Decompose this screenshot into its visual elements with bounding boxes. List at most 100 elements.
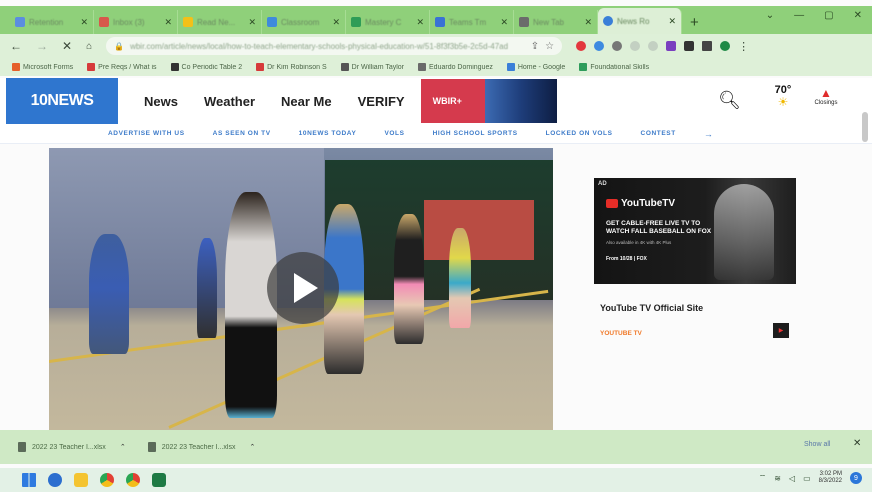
ad-advertiser-icon[interactable]: ▶: [773, 323, 789, 338]
close-icon[interactable]: ✕: [332, 17, 340, 28]
tab-search-icon[interactable]: ⌄: [766, 10, 774, 21]
volume-icon[interactable]: ◁: [789, 474, 795, 483]
close-icon[interactable]: ✕: [248, 17, 256, 28]
chevron-up-icon[interactable]: ⌃: [120, 443, 126, 451]
forward-icon[interactable]: →: [36, 39, 48, 53]
new-tab-button[interactable]: +: [690, 14, 699, 31]
nav-verify[interactable]: VERIFY: [358, 94, 405, 109]
maximize-button[interactable]: ▢: [824, 10, 833, 21]
share-icon[interactable]: ⇪: [531, 41, 539, 52]
extension-icon[interactable]: [630, 41, 641, 51]
chevron-up-icon[interactable]: ⌃: [250, 443, 256, 451]
tab-favicon: [519, 17, 529, 27]
subnav-item[interactable]: HIGH SCHOOL SPORTS: [433, 130, 518, 137]
bookmark-item[interactable]: Dr William Taylor: [340, 63, 404, 71]
close-icon[interactable]: ✕: [584, 17, 592, 28]
show-all-button[interactable]: Show all: [804, 441, 830, 448]
close-icon[interactable]: ✕: [80, 17, 88, 28]
tab-title: Mastery C: [365, 17, 402, 27]
promo-label: WBIR+: [432, 96, 462, 106]
video-player[interactable]: [49, 148, 553, 430]
ad-title-link[interactable]: YouTube TV Official Site: [600, 303, 703, 313]
battery-icon[interactable]: ▭: [803, 474, 811, 483]
bookmark-item[interactable]: Home - Google: [506, 63, 565, 71]
bookmark-item[interactable]: Pre Reqs / What is: [87, 63, 157, 71]
subnav-item[interactable]: VOLS: [384, 130, 404, 137]
nav-weather[interactable]: Weather: [204, 94, 255, 109]
close-icon[interactable]: ✕: [668, 16, 676, 27]
close-icon[interactable]: ✕: [416, 17, 424, 28]
subnav-item[interactable]: 10NEWS TODAY: [299, 130, 357, 137]
extension-icon[interactable]: [576, 41, 587, 51]
sidebar-icon[interactable]: [702, 41, 713, 51]
close-icon[interactable]: ✕: [500, 17, 508, 28]
wifi-icon[interactable]: ≋: [774, 474, 781, 483]
close-window-button[interactable]: ✕: [854, 10, 862, 21]
bookmark-item[interactable]: Microsoft Forms: [12, 63, 73, 71]
browser-tab[interactable]: Inbox (3) ✕: [94, 10, 178, 34]
advertisement-banner[interactable]: AD YouTubeTV GET CABLE-FREE LIVE TV TO W…: [594, 178, 796, 284]
ad-source[interactable]: YOUTUBE TV: [600, 330, 642, 337]
notification-icon[interactable]: 9: [850, 472, 862, 484]
network-icon[interactable]: ⌔: [759, 473, 767, 483]
back-icon[interactable]: ←: [10, 39, 22, 53]
wbir-plus-promo[interactable]: WBIR+: [420, 79, 557, 123]
chrome-icon[interactable]: [100, 473, 114, 487]
search-icon[interactable]: [48, 473, 62, 487]
ad-subline: Also available in 4K with 4K Plus: [606, 240, 672, 245]
browser-tab[interactable]: Mastery C ✕: [346, 10, 430, 34]
scrollbar-thumb[interactable]: [862, 112, 868, 142]
bookmark-label: Eduardo Dominguez: [429, 63, 493, 71]
subnav-item[interactable]: AS SEEN ON TV: [213, 130, 271, 137]
weather-widget[interactable]: 70° ☀: [771, 84, 795, 108]
lock-icon[interactable]: 🔒: [114, 42, 124, 51]
download-item[interactable]: 2022 23 Teacher I...xlsx ⌃: [18, 442, 126, 452]
subnav-item[interactable]: ADVERTISE WITH US: [108, 130, 185, 137]
nav-news[interactable]: News: [144, 94, 178, 109]
closings-button[interactable]: ▲ Closings: [806, 86, 846, 106]
chrome-profile-icon[interactable]: [126, 473, 140, 487]
tab-favicon: [351, 17, 361, 27]
extension-icon[interactable]: [594, 41, 605, 51]
closings-label: Closings: [814, 100, 838, 106]
subnav-scroll-arrow-icon[interactable]: →: [704, 129, 714, 139]
nav-near-me[interactable]: Near Me: [281, 94, 332, 109]
puzzle-icon[interactable]: [684, 41, 695, 51]
stop-icon[interactable]: ✕: [62, 39, 72, 53]
extension-icon[interactable]: [666, 41, 677, 51]
extension-icon[interactable]: [648, 41, 659, 51]
bookmark-icon: [418, 63, 427, 71]
site-logo[interactable]: 10NEWS: [6, 78, 118, 124]
child-figure: [197, 238, 217, 338]
browser-tab[interactable]: Classroom ✕: [262, 10, 346, 34]
extension-icon[interactable]: [612, 41, 623, 51]
ad-brand-text: YouTubeTV: [621, 198, 676, 209]
bookmark-item[interactable]: Eduardo Dominguez: [418, 63, 493, 71]
close-icon[interactable]: ✕: [164, 17, 172, 28]
close-downloads-button[interactable]: ✕: [853, 438, 861, 449]
bookmark-item[interactable]: Co Periodic Table 2: [170, 63, 242, 71]
search-icon[interactable]: 🔍︎: [718, 90, 741, 111]
bookmark-star-icon[interactable]: ☆: [545, 41, 554, 52]
file-explorer-icon[interactable]: [74, 473, 88, 487]
windows-start-icon[interactable]: [22, 473, 36, 487]
subnav-item[interactable]: LOCKED ON VOLS: [546, 130, 613, 137]
subnav-item[interactable]: CONTEST: [641, 130, 676, 137]
clock[interactable]: 3:02 PM 8/3/2022: [819, 471, 842, 485]
url-text: wbir.com/article/news/local/how-to-teach…: [130, 41, 509, 51]
minimize-button[interactable]: —: [794, 10, 804, 21]
bookmark-item[interactable]: Foundational Skills: [579, 63, 649, 71]
menu-icon[interactable]: ⋮: [738, 40, 749, 53]
play-button[interactable]: [267, 252, 339, 324]
browser-tab[interactable]: Teams Tm ✕: [430, 10, 514, 34]
bookmark-item[interactable]: Dr Kim Robinson S: [256, 63, 327, 71]
home-icon[interactable]: ⌂: [86, 41, 92, 52]
browser-tab[interactable]: Read Ne... ✕: [178, 10, 262, 34]
browser-tab-active[interactable]: News Ro ✕: [598, 8, 682, 34]
excel-icon[interactable]: [152, 473, 166, 487]
profile-avatar[interactable]: [720, 41, 731, 51]
browser-tab[interactable]: New Tab ✕: [514, 10, 598, 34]
download-item[interactable]: 2022 23 Teacher I...xlsx ⌃: [147, 442, 256, 452]
address-bar[interactable]: 🔒 wbir.com/article/news/local/how-to-tea…: [106, 37, 563, 55]
browser-tab[interactable]: Retention ✕: [10, 10, 94, 34]
